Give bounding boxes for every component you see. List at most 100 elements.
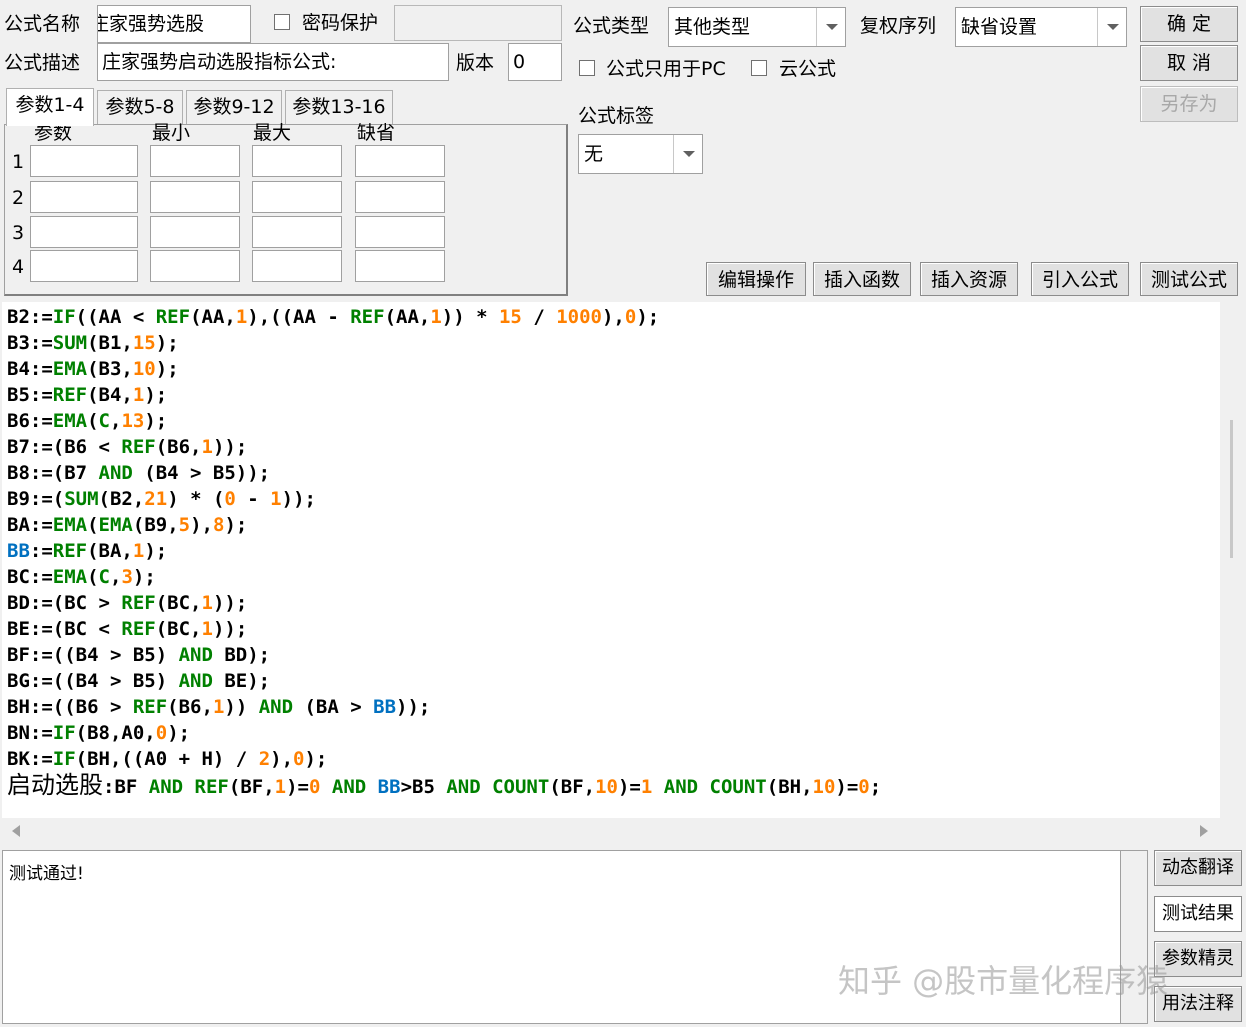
code-line[interactable]: B6:=EMA(C,13); bbox=[7, 408, 167, 434]
param-default-input[interactable] bbox=[355, 145, 445, 177]
scroll-right-icon[interactable] bbox=[1200, 825, 1208, 837]
tab-params-13-16[interactable]: 参数13-16 bbox=[285, 90, 393, 124]
code-line[interactable]: BG:=((B4 > B5) AND BE); bbox=[7, 668, 270, 694]
code-token: ); bbox=[144, 384, 168, 406]
param-default-input[interactable] bbox=[355, 216, 445, 248]
rights-seq-label: 复权序列 bbox=[860, 15, 937, 37]
param-max-input[interactable] bbox=[252, 216, 342, 248]
code-token: - bbox=[235, 488, 271, 510]
param-min-input[interactable] bbox=[150, 181, 240, 213]
insert-func-button[interactable]: 插入函数 bbox=[813, 262, 911, 296]
code-line[interactable]: B3:=SUM(B1,15); bbox=[7, 330, 179, 356]
vertical-scroll-thumb[interactable] bbox=[1230, 420, 1233, 558]
param-min-input[interactable] bbox=[150, 145, 240, 177]
code-line[interactable]: B4:=EMA(B3,10); bbox=[7, 356, 179, 382]
code-token: BD:=(BC > bbox=[7, 592, 122, 614]
code-token: ); bbox=[132, 566, 156, 588]
code-token: C bbox=[98, 410, 110, 432]
param-name-input[interactable] bbox=[30, 250, 138, 282]
code-token: )); bbox=[396, 696, 431, 718]
password-input[interactable] bbox=[394, 5, 562, 41]
param-default-input[interactable] bbox=[355, 250, 445, 282]
code-line[interactable]: BN:=IF(B8,A0,0); bbox=[7, 720, 190, 746]
pc-only-checkbox[interactable] bbox=[579, 60, 595, 76]
password-checkbox[interactable] bbox=[274, 14, 290, 30]
version-input[interactable]: 0 bbox=[508, 43, 562, 81]
code-line[interactable]: B9:=(SUM(B2,21) * (0 - 1)); bbox=[7, 486, 316, 512]
horizontal-scrollbar[interactable] bbox=[2, 818, 1220, 844]
test-result-button[interactable]: 测试结果 bbox=[1154, 896, 1242, 932]
import-formula-button[interactable]: 引入公式 bbox=[1031, 262, 1129, 296]
formula-type-value: 其他类型 bbox=[674, 16, 751, 38]
param-max-input[interactable] bbox=[252, 250, 342, 282]
code-token: (B6, bbox=[167, 696, 213, 718]
code-line[interactable]: BE:=(BC < REF(BC,1)); bbox=[7, 616, 247, 642]
param-name-input[interactable] bbox=[30, 181, 138, 213]
param-max-input[interactable] bbox=[252, 145, 342, 177]
edit-ops-button[interactable]: 编辑操作 bbox=[706, 262, 806, 296]
code-token: AND bbox=[148, 776, 184, 798]
code-line[interactable]: BA:=EMA(EMA(B9,5),8); bbox=[7, 512, 247, 538]
code-token: :BF bbox=[103, 776, 149, 798]
cancel-button[interactable]: 取 消 bbox=[1140, 45, 1238, 81]
code-token: BD); bbox=[212, 644, 271, 666]
code-token: BB bbox=[377, 776, 401, 798]
code-token: (AA, bbox=[190, 306, 236, 328]
param-min-input[interactable] bbox=[150, 250, 240, 282]
code-line[interactable]: B8:=(B7 AND (B4 > B5)); bbox=[7, 460, 270, 486]
formula-tag-select[interactable]: 无 bbox=[578, 134, 703, 174]
formula-name-input[interactable]: 庄家强势选股 bbox=[97, 5, 251, 43]
code-line[interactable]: B7:=(B6 < REF(B6,1)); bbox=[7, 434, 247, 460]
param-name-input[interactable] bbox=[30, 145, 138, 177]
formula-desc-input[interactable]: 庄家强势启动选股指标公式: bbox=[97, 43, 449, 81]
cloud-checkbox[interactable] bbox=[751, 60, 767, 76]
chevron-down-icon[interactable] bbox=[1097, 8, 1126, 46]
code-line[interactable]: BF:=((B4 > B5) AND BD); bbox=[7, 642, 270, 668]
code-token: (BF, bbox=[549, 776, 596, 798]
code-token: IF bbox=[52, 722, 76, 744]
formula-type-select[interactable]: 其他类型 bbox=[668, 7, 846, 47]
param-min-input[interactable] bbox=[150, 216, 240, 248]
param-default-input[interactable] bbox=[355, 181, 445, 213]
ok-button[interactable]: 确 定 bbox=[1140, 6, 1238, 42]
code-editor[interactable]: B2:=IF((AA < REF(AA,1),((AA - REF(AA,1))… bbox=[2, 302, 1220, 818]
code-line[interactable]: B2:=IF((AA < REF(AA,1),((AA - REF(AA,1))… bbox=[7, 304, 659, 330]
vertical-scrollbar[interactable] bbox=[1220, 302, 1242, 818]
code-token: 13 bbox=[121, 410, 145, 432]
insert-resource-button[interactable]: 插入资源 bbox=[920, 262, 1018, 296]
chevron-down-icon[interactable] bbox=[673, 135, 702, 173]
rights-seq-select[interactable]: 缺省设置 bbox=[955, 7, 1127, 47]
code-token: AND bbox=[258, 696, 294, 718]
dynamic-translate-button[interactable]: 动态翻译 bbox=[1154, 850, 1242, 886]
code-token: REF bbox=[194, 776, 229, 798]
code-line[interactable]: BB:=REF(BA,1); bbox=[7, 538, 167, 564]
chevron-down-icon[interactable] bbox=[816, 8, 845, 46]
tab-params-1-4[interactable]: 参数1-4 bbox=[6, 88, 94, 126]
code-token: BH:=((B6 > bbox=[7, 696, 133, 718]
code-token: C bbox=[98, 566, 110, 588]
code-token: 0 bbox=[308, 776, 321, 798]
code-token: REF bbox=[155, 306, 191, 328]
formula-name-label: 公式名称 bbox=[4, 13, 81, 35]
code-line[interactable]: B5:=REF(B4,1); bbox=[7, 382, 167, 408]
tab-params-9-12[interactable]: 参数9-12 bbox=[186, 90, 282, 124]
code-line[interactable]: BH:=((B6 > REF(B6,1)) AND (BA > BB)); bbox=[7, 694, 430, 720]
pc-only-label: 公式只用于PC bbox=[606, 58, 726, 80]
param-name-input[interactable] bbox=[30, 216, 138, 248]
code-line[interactable]: BC:=EMA(C,3); bbox=[7, 564, 156, 590]
code-line[interactable]: 启动选股:BF AND REF(BF,1)=0 AND BB>B5 AND CO… bbox=[7, 772, 881, 798]
scroll-left-icon[interactable] bbox=[12, 825, 20, 837]
tab-params-5-8[interactable]: 参数5-8 bbox=[97, 90, 183, 124]
code-token: (B8,A0, bbox=[75, 722, 156, 744]
code-line[interactable]: BK:=IF(BH,((A0 + H) / 2),0); bbox=[7, 746, 327, 772]
param-max-input[interactable] bbox=[252, 181, 342, 213]
formula-tag-value: 无 bbox=[584, 143, 604, 165]
code-line[interactable]: BD:=(BC > REF(BC,1)); bbox=[7, 590, 247, 616]
test-formula-button[interactable]: 测试公式 bbox=[1140, 262, 1238, 296]
code-token: , bbox=[110, 410, 122, 432]
